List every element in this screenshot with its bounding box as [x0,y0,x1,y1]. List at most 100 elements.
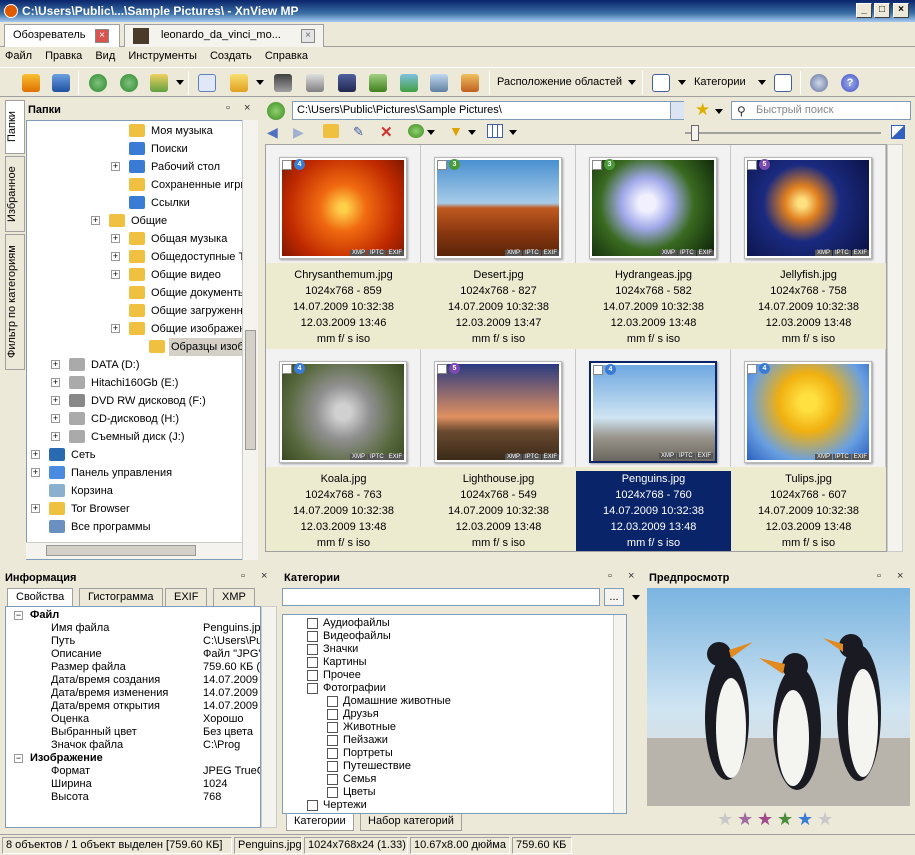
tab-properties[interactable]: Свойства [7,588,74,606]
thumbnail-checkbox[interactable] [437,160,447,170]
thumbnail-checkbox[interactable] [593,365,603,375]
folder-tree-item[interactable]: + Рабочий стол [27,158,257,176]
close-panel-icon[interactable]: × [628,570,634,582]
capture-button[interactable] [426,70,452,96]
tab-browser[interactable]: Обозреватель × [4,24,120,47]
batch-button[interactable] [396,70,422,96]
close-tab-icon[interactable]: × [95,29,109,43]
tab-exif[interactable]: EXIF [165,588,208,606]
expand-icon[interactable]: + [91,216,100,225]
folder-tree-item[interactable]: + Общие видео [27,266,257,284]
thumbnail-checkbox[interactable] [282,364,292,374]
tab-image[interactable]: leonardo_da_vinci_mo... × [124,24,324,47]
menu-tools[interactable]: Инструменты [123,47,202,65]
rating-star[interactable]: ★ [777,810,793,828]
folder-tree-item[interactable]: Образцы изображений [27,338,257,356]
category-checkbox[interactable] [327,774,338,785]
layout-menu[interactable]: Расположение областей [497,76,622,88]
categories-toggle-button[interactable] [648,70,674,96]
rating-star[interactable]: ★ [737,810,753,828]
undock-icon[interactable]: ▫ [241,570,245,582]
path-input[interactable]: C:\Users\Public\Pictures\Sample Pictures… [292,101,684,120]
category-checkbox[interactable] [327,787,338,798]
expand-icon[interactable]: + [51,396,60,405]
close-button[interactable]: × [893,3,909,18]
open-with-button[interactable] [226,70,252,96]
menu-create[interactable]: Создать [205,47,257,65]
thumbnail-checkbox[interactable] [747,364,757,374]
category-browse-button[interactable]: ... [604,588,624,606]
thumbnail-item[interactable]: 4 XMP IPTC EXIF Penguins.jpg 1024x768 - 760 14… [576,349,731,551]
thumb-size-icon[interactable] [891,125,905,139]
rating-star[interactable]: ★ [757,810,773,828]
category-dropdown-icon[interactable] [632,595,640,600]
folder-tree-item[interactable]: + Hitachi160Gb (E:) [27,374,257,392]
thumbnail-checkbox[interactable] [747,160,757,170]
folder-tree-item[interactable]: Поиски [27,140,257,158]
go-up-icon[interactable] [267,102,285,120]
properties-vscrollbar[interactable] [261,606,277,828]
folder-tree-item[interactable]: + DATA (D:) [27,356,257,374]
category-checkbox[interactable] [327,735,338,746]
folder-tree-vscrollbar[interactable] [242,120,258,560]
menu-file[interactable]: Файл [0,47,37,65]
folder-tree-item[interactable]: + Tor Browser [27,500,257,518]
folder-tree-item[interactable]: Моя музыка [27,122,257,140]
folder-tree-item[interactable]: Все программы [27,518,257,536]
help-button[interactable]: ? [837,70,863,96]
slideshow-button[interactable] [457,70,483,96]
category-checkbox[interactable] [307,657,318,668]
thumbnail-item[interactable]: 5 XMP IPTC EXIF Jellyfish.jpg 1024x768 - 758 1… [731,145,886,349]
rating-star[interactable]: ★ [717,810,733,828]
scrollbar-thumb[interactable] [245,330,256,450]
categories-menu-dropdown-icon[interactable] [758,80,766,85]
expand-icon[interactable]: + [31,468,40,477]
tab-folders[interactable]: Папки [5,100,25,154]
folder-tree-item[interactable]: + Съемный диск (J:) [27,428,257,446]
close-panel-icon[interactable]: × [244,102,250,114]
quick-search-input[interactable]: Быстрый поиск [731,101,911,120]
folder-tree-hscrollbar[interactable] [26,542,242,559]
folder-tree-item[interactable]: + CD-дисковод (H:) [27,410,257,428]
fullscreen-button[interactable] [48,70,74,96]
thumbnail-item[interactable]: 3 XMP IPTC EXIF Hydrangeas.jpg 1024x768 - 582… [576,145,731,349]
category-checkbox[interactable] [307,644,318,655]
view-mode-dropdown-icon[interactable] [509,130,517,135]
category-checkbox[interactable] [327,709,338,720]
menu-edit[interactable]: Правка [40,47,87,65]
folder-tree-item[interactable]: Ссылки [27,194,257,212]
xnview-app-icon[interactable] [4,4,18,18]
category-checkbox[interactable] [327,748,338,759]
properties-button[interactable] [194,70,220,96]
tab-favorites[interactable]: Избранное [5,156,25,232]
forward-icon[interactable]: ▶ [293,124,304,141]
folder-tree-item[interactable]: Корзина [27,482,257,500]
expand-icon[interactable]: + [51,378,60,387]
thumbnail-item[interactable]: 4 XMP IPTC EXIF Chrysanthemum.jpg 1024x768 - … [266,145,421,349]
folder-tree-item[interactable]: Общие загруженные [27,302,257,320]
settings-button[interactable] [806,70,832,96]
folder-tree-item[interactable]: + DVD RW дисковод (F:) [27,392,257,410]
thumbnail-item[interactable]: 5 XMP IPTC EXIF Lighthouse.jpg 1024x768 - 549… [421,349,576,551]
menu-help[interactable]: Справка [260,47,313,65]
filter-icon[interactable]: ▼ [449,123,463,139]
print-button[interactable] [302,70,328,96]
thumbnail-checkbox[interactable] [592,160,602,170]
thumbnail-item[interactable]: 4 XMP IPTC EXIF Koala.jpg 1024x768 - 763 14.07… [266,349,421,551]
category-checkbox[interactable] [307,670,318,681]
rating-star[interactable]: ★ [797,810,813,828]
expand-icon[interactable]: + [111,252,120,261]
rating-star[interactable]: ★ [817,810,833,828]
scan-button[interactable] [334,70,360,96]
thumbnail-item[interactable]: 3 XMP IPTC EXIF Desert.jpg 1024x768 - 827 14.0… [421,145,576,349]
rename-icon[interactable]: ✎ [353,124,364,140]
tab-xmp[interactable]: XMP [213,588,255,606]
category-checkbox[interactable] [307,683,318,694]
category-checkbox[interactable] [327,696,338,707]
view-mode-icon[interactable] [487,124,503,138]
category-checkbox[interactable] [327,722,338,733]
menu-view[interactable]: Вид [90,47,120,65]
tree-view-button[interactable] [770,70,796,96]
tab-category-filter[interactable]: Фильтр по категориям [5,234,25,370]
filter-dropdown-icon[interactable] [468,130,476,135]
